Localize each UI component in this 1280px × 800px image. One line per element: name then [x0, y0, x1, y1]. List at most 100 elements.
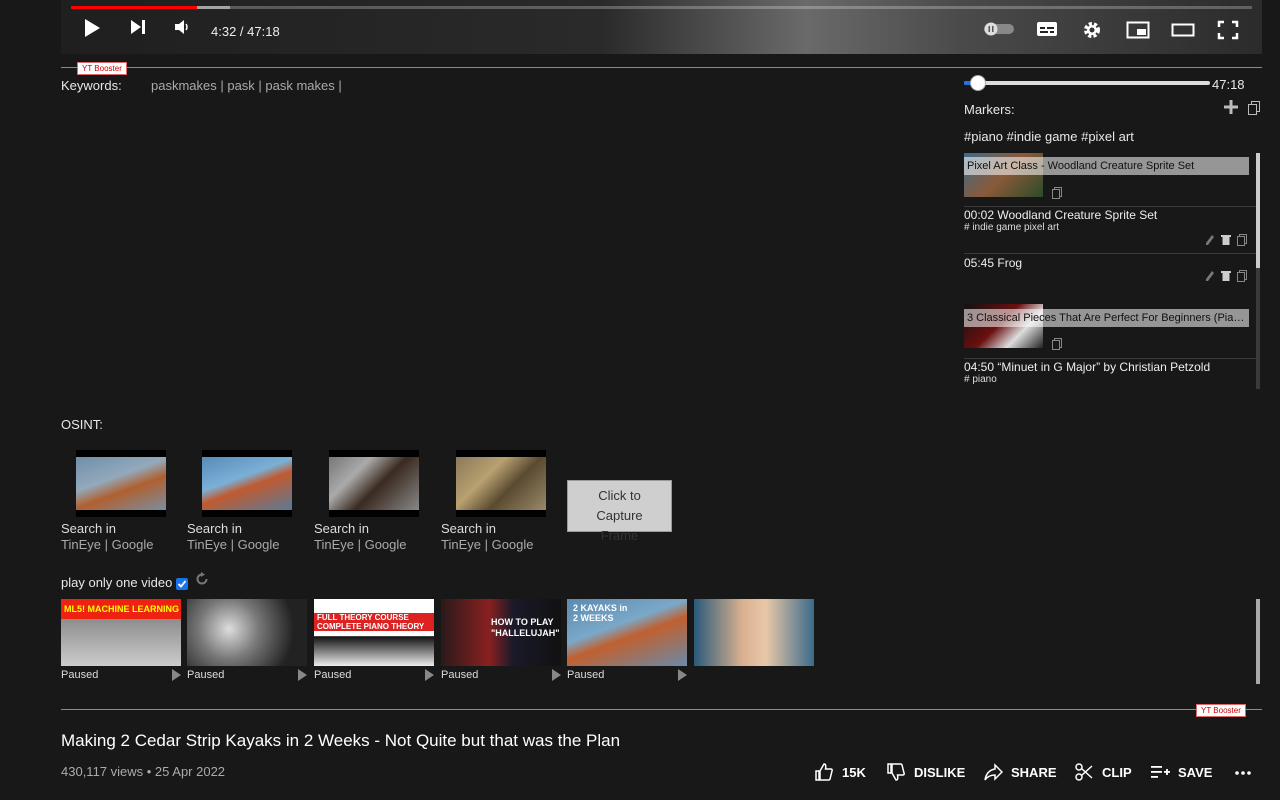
autoplay-toggle[interactable]	[983, 22, 1015, 36]
playlist-thumbnail[interactable]	[694, 599, 814, 666]
marker-entry-tags: # indie game pixel art	[964, 222, 1060, 233]
play-icon[interactable]	[172, 669, 181, 681]
copy-markers-button[interactable]	[1248, 101, 1260, 118]
more-actions-button[interactable]	[1235, 770, 1251, 776]
marker-video-card[interactable]: Pixel Art Class - Woodland Creature Spri…	[964, 153, 1249, 207]
play-button[interactable]	[83, 18, 101, 38]
like-button[interactable]: 15K	[814, 762, 866, 782]
play-icon[interactable]	[298, 669, 307, 681]
play-one-option: play only one video	[61, 575, 188, 590]
slider-knob[interactable]	[969, 75, 986, 91]
marker-slider[interactable]	[964, 75, 1210, 91]
thumb-text: HOW TO PLAY "HALLELUJAH"	[491, 617, 560, 638]
playlist-thumbnail[interactable]: FULL THEORY COURSE COMPLETE PIANO THEORY	[314, 599, 434, 666]
osint-search-label: Search in	[441, 521, 496, 536]
share-button[interactable]: SHARE	[983, 762, 1057, 782]
playlist-add-icon	[1151, 766, 1170, 778]
thumb-text: ML5! MACHINE LEARNING IN JAVASCRIPT	[61, 599, 181, 619]
marker-video-card[interactable]: 3 Classical Pieces That Are Perfect For …	[964, 304, 1249, 358]
playlist-scrollbar[interactable]	[1256, 599, 1260, 684]
playlist-item[interactable]: 2 KAYAKS in 2 WEEKS Paused	[567, 599, 687, 681]
clip-button[interactable]: CLIP	[1074, 762, 1132, 782]
playlist-item[interactable]: ML5! MACHINE LEARNING IN JAVASCRIPT Paus…	[61, 599, 181, 681]
play-one-checkbox[interactable]	[175, 577, 188, 590]
marker-separator	[964, 253, 1256, 254]
playback-status: Paused	[61, 669, 99, 681]
play-icon[interactable]	[678, 669, 687, 681]
marker-time[interactable]: 04:50	[964, 360, 994, 374]
thumbs-up-icon	[815, 763, 833, 781]
dislike-button[interactable]: DISLIKE	[886, 762, 965, 782]
osint-search-links[interactable]: TinEye | Google	[187, 537, 307, 553]
osint-search-links[interactable]: TinEye | Google	[61, 537, 181, 553]
keywords-value: paskmakes | pask | pask makes |	[151, 78, 342, 93]
theater-mode-icon	[1171, 23, 1195, 37]
fullscreen-button[interactable]	[1217, 20, 1239, 40]
play-icon[interactable]	[552, 669, 561, 681]
edit-icon[interactable]	[1205, 234, 1215, 246]
next-button[interactable]	[129, 18, 147, 36]
copy-icon	[1248, 101, 1260, 115]
add-marker-button[interactable]	[1224, 100, 1238, 117]
markers-label: Markers:	[964, 102, 1015, 117]
video-player-controls: 4:32 / 47:18	[61, 0, 1262, 54]
share-label: SHARE	[1011, 764, 1057, 780]
play-icon	[85, 19, 100, 37]
marker-entry[interactable]: 05:45 Frog	[964, 256, 1249, 286]
clip-label: CLIP	[1102, 764, 1132, 780]
playlist-item[interactable]: Paused	[187, 599, 307, 681]
progress-bar[interactable]	[71, 6, 1252, 9]
keywords-label: Keywords:	[61, 78, 122, 93]
playlist-thumbnail[interactable]	[187, 599, 307, 666]
settings-button[interactable]	[1082, 20, 1102, 40]
play-icon[interactable]	[425, 669, 434, 681]
osint-search-label: Search in	[187, 521, 242, 536]
copy-icon[interactable]	[1237, 234, 1247, 246]
frame-thumbnail[interactable]	[76, 450, 166, 517]
miniplayer-button[interactable]	[1126, 20, 1150, 40]
playlist-item[interactable]	[694, 599, 814, 669]
markers-scrollbar-thumb[interactable]	[1256, 153, 1260, 268]
marker-time[interactable]: 05:45	[964, 256, 994, 270]
video-title: Making 2 Cedar Strip Kayaks in 2 Weeks -…	[61, 731, 621, 750]
marker-tags: #piano #indie game #pixel art	[964, 129, 1134, 144]
playlist-thumbnail[interactable]: HOW TO PLAY "HALLELUJAH"	[441, 599, 561, 666]
copy-icon[interactable]	[1052, 338, 1062, 353]
frame-thumbnail[interactable]	[456, 450, 546, 517]
playlist-thumbnail[interactable]: ML5! MACHINE LEARNING IN JAVASCRIPT	[61, 599, 181, 666]
toggle-icon	[984, 22, 1014, 36]
share-icon	[984, 763, 1003, 781]
booster-separator	[61, 67, 1262, 68]
theater-button[interactable]	[1171, 20, 1195, 40]
delete-icon[interactable]	[1221, 270, 1231, 282]
copy-icon[interactable]	[1237, 270, 1247, 282]
marker-time[interactable]: 00:02	[964, 208, 994, 222]
edit-icon[interactable]	[1205, 270, 1215, 282]
save-button[interactable]: SAVE	[1150, 762, 1212, 782]
frame-thumbnail[interactable]	[202, 450, 292, 517]
marker-video-title: 3 Classical Pieces That Are Perfect For …	[964, 309, 1249, 327]
copy-icon[interactable]	[1052, 187, 1062, 202]
marker-entry[interactable]: 04:50 “Minuet in G Major” by Christian P…	[964, 360, 1249, 388]
marker-video-title: Pixel Art Class - Woodland Creature Spri…	[964, 157, 1249, 175]
delete-icon[interactable]	[1221, 234, 1231, 246]
capture-frame-label: Click to Capture Frame	[596, 488, 643, 543]
capture-frame-button[interactable]: Click to Capture Frame	[567, 480, 672, 543]
refresh-button[interactable]	[195, 572, 209, 589]
osint-label: OSINT:	[61, 417, 103, 432]
playlist-thumbnail[interactable]: 2 KAYAKS in 2 WEEKS	[567, 599, 687, 666]
markers-scrollbar[interactable]	[1256, 153, 1260, 389]
playlist-item[interactable]: FULL THEORY COURSE COMPLETE PIANO THEORY…	[314, 599, 434, 681]
playlist-item[interactable]: HOW TO PLAY "HALLELUJAH" Paused	[441, 599, 561, 681]
osint-search-links[interactable]: TinEye | Google	[441, 537, 561, 553]
marker-entry[interactable]: 00:02 Woodland Creature Sprite Set # ind…	[964, 208, 1249, 252]
playback-status: Paused	[314, 669, 352, 681]
volume-button[interactable]	[173, 18, 191, 36]
frame-thumbnail[interactable]	[329, 450, 419, 517]
booster-separator	[61, 709, 1262, 710]
playback-status: Paused	[187, 669, 225, 681]
osint-search-links[interactable]: TinEye | Google	[314, 537, 434, 553]
duration-label: 47:18	[1212, 77, 1245, 92]
marker-entry-tags: # piano	[964, 374, 997, 385]
subtitles-button[interactable]	[1036, 20, 1058, 38]
